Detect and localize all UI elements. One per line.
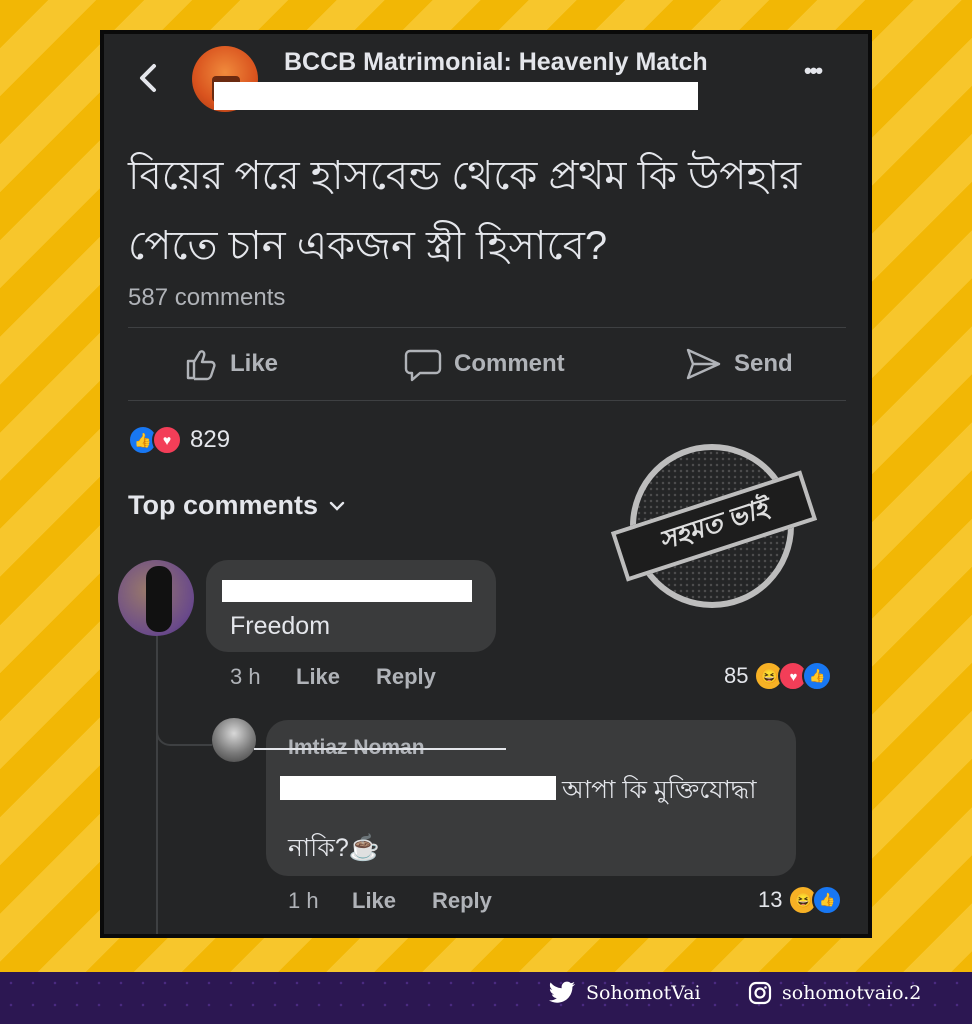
- instagram-handle: sohomotvaio.2: [782, 982, 922, 1004]
- reply-reply-button[interactable]: Reply: [432, 888, 492, 914]
- watermark-stamp: সহমত ভাই: [610, 434, 818, 614]
- comment-reply-button[interactable]: Reply: [376, 664, 436, 690]
- comment-like-button[interactable]: Like: [296, 664, 340, 690]
- instagram-icon: [748, 981, 772, 1005]
- like-button[interactable]: Like: [180, 342, 278, 386]
- reply-author-avatar[interactable]: [212, 718, 256, 762]
- reaction-count: 829: [190, 426, 231, 453]
- top-comments-dropdown[interactable]: Top comments: [128, 490, 346, 521]
- send-button[interactable]: Send: [684, 342, 793, 386]
- more-options-button[interactable]: •••: [804, 58, 823, 84]
- post-text-line-1: বিয়ের পরে হাসবেন্ড থেকে প্রথম কি উপহার: [128, 154, 802, 198]
- top-comments-label: Top comments: [128, 490, 319, 520]
- chevron-down-icon: [329, 501, 345, 511]
- post-text-line-2: পেতে চান একজন স্ত্রী হিসাবে?: [128, 224, 608, 268]
- comment-reactions[interactable]: 85 😆 ♥ 👍: [724, 660, 833, 692]
- comment-reaction-count: 85: [724, 663, 749, 688]
- reply-reactions[interactable]: 13 😆 👍: [758, 884, 843, 916]
- redacted-name: [214, 82, 698, 110]
- reply-text-line-1: আপা কি মুক্তিযোদ্ধা: [562, 776, 757, 804]
- strikethrough-line: [254, 748, 506, 750]
- comment-time: 3 h: [230, 664, 261, 689]
- comment-button[interactable]: Comment: [404, 342, 565, 386]
- comment-count[interactable]: 587 comments: [128, 284, 285, 312]
- divider: [128, 327, 846, 328]
- twitter-handle: SohomotVai: [586, 982, 701, 1004]
- reply-like-button[interactable]: Like: [352, 888, 396, 914]
- speech-bubble-icon: [404, 349, 442, 382]
- reply-time: 1 h: [288, 888, 319, 913]
- like-reaction-icon: 👍: [802, 661, 833, 691]
- reply-connector: [156, 724, 212, 746]
- commenter-avatar[interactable]: [118, 560, 194, 636]
- page-name[interactable]: BCCB Matrimonial: Heavenly Match: [284, 48, 708, 77]
- comment-label: Comment: [454, 350, 565, 377]
- like-reaction-icon: 👍: [812, 885, 843, 915]
- thumbs-up-icon: [186, 350, 216, 381]
- reaction-summary[interactable]: 👍 ♥ 829: [128, 424, 230, 456]
- comment-text: Freedom: [230, 612, 331, 640]
- divider: [128, 400, 846, 401]
- chevron-left-icon: [140, 64, 156, 92]
- back-button[interactable]: [132, 58, 168, 98]
- twitter-link[interactable]: SohomotVai: [548, 978, 701, 1008]
- twitter-icon: [548, 981, 576, 1003]
- love-reaction-icon: ♥: [152, 425, 182, 455]
- send-label: Send: [734, 350, 793, 377]
- like-label: Like: [230, 350, 279, 377]
- facebook-post-screen: BCCB Matrimonial: Heavenly Match ••• বিয…: [104, 34, 868, 934]
- redacted-commenter-name: [222, 580, 472, 602]
- avatar-scribble: [146, 566, 172, 632]
- thread-line: [156, 634, 158, 934]
- instagram-link[interactable]: sohomotvaio.2: [748, 978, 921, 1008]
- redacted-mention: [280, 776, 556, 800]
- send-icon: [686, 348, 721, 380]
- reply-text-line-2: নাকি?☕: [288, 834, 380, 862]
- reply-reaction-count: 13: [758, 887, 783, 912]
